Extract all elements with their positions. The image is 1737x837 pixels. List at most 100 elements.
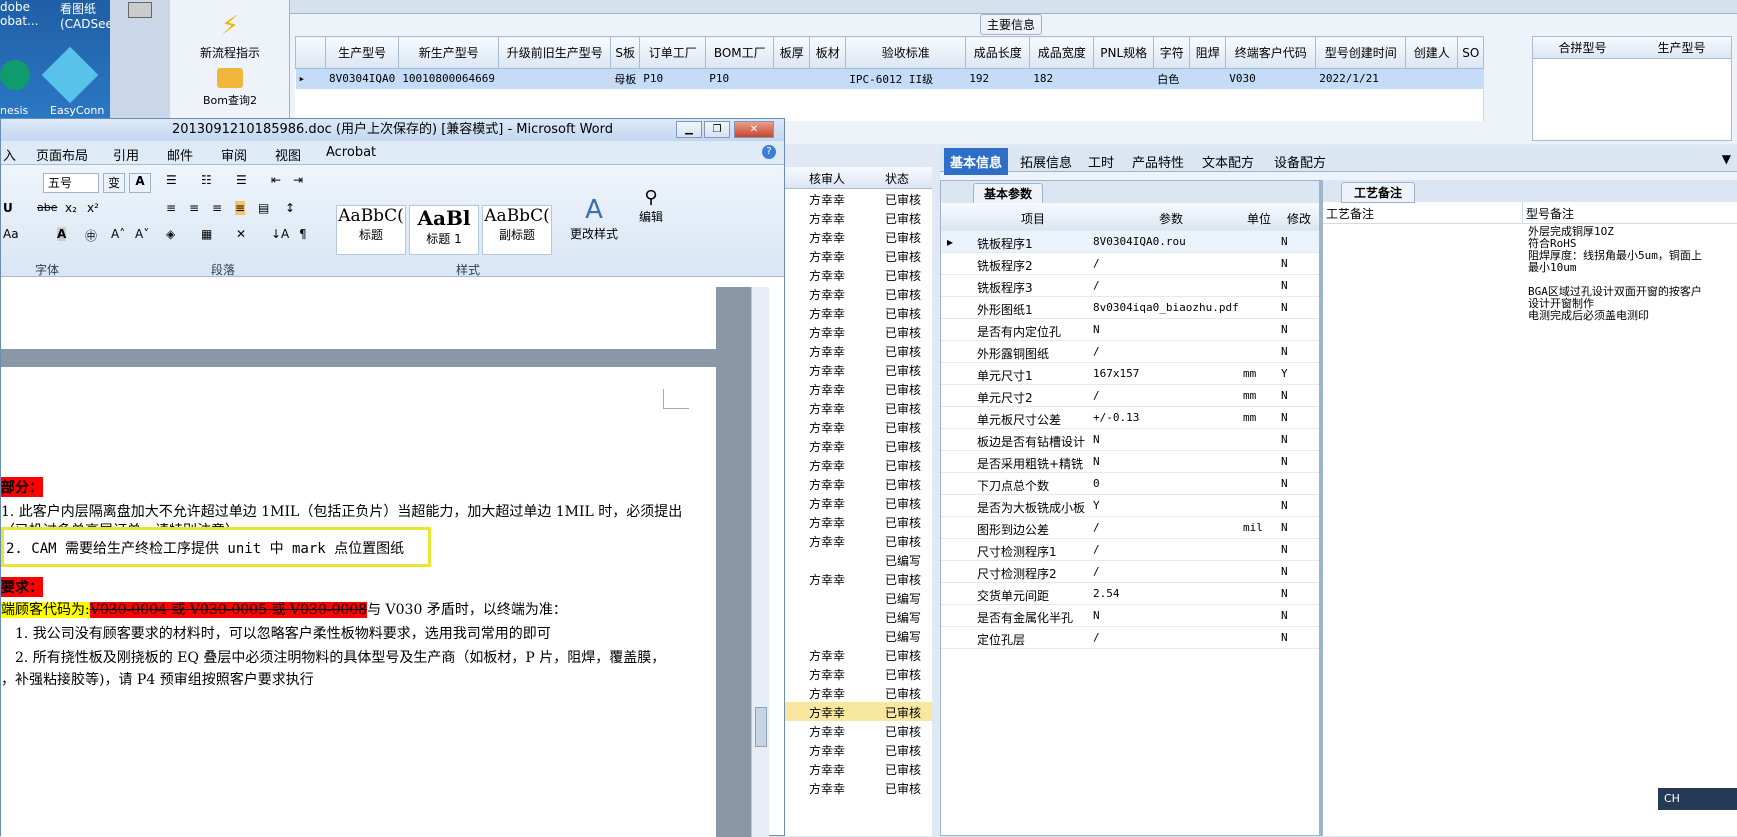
list-item[interactable]: 方幸幸 已审核 [785,721,932,740]
param-cell[interactable]: N [1281,301,1288,314]
param-cell[interactable]: N [1093,323,1100,336]
col-header[interactable]: 项目 [1021,210,1045,227]
col-header[interactable]: 状态 [885,170,909,187]
col-header[interactable]: 终端客户代码 [1225,36,1317,69]
param-cell[interactable]: 8V0304IQA0.rou [1093,235,1186,248]
col-header[interactable]: BOM工厂 [705,36,775,69]
cell[interactable]: 8V0304IQA0 [325,68,400,89]
restore-button[interactable]: ❐ [704,121,730,138]
param-cell[interactable]: N [1281,345,1288,358]
col-header[interactable]: 单位 [1247,210,1271,227]
param-row[interactable]: 外形图纸1 8v0304iqa0_biaozhu.pdf N [941,297,1319,319]
param-row[interactable]: 是否有内定位孔 N N [941,319,1319,341]
line-spacing-icon[interactable]: ↕ [285,201,295,215]
param-cell[interactable]: / [1093,631,1100,644]
cell[interactable]: 10010800064669 [398,68,500,89]
param-cell[interactable]: 尺寸检测程序2 [977,565,1057,582]
param-cell[interactable]: N [1093,609,1100,622]
col-header[interactable]: 板厚 [773,36,811,69]
new-process-button[interactable]: ⚡ 新流程指示 [170,12,290,61]
col-header[interactable]: 型号创建时间 [1315,36,1407,69]
cell[interactable]: P10 [705,68,775,89]
param-row[interactable]: 是否采用粗铣+精铣 N N [941,451,1319,473]
param-cell[interactable]: 板边是否有钻槽设计 [977,433,1085,450]
param-row[interactable]: 图形到边公差 / mil N [941,517,1319,539]
param-cell[interactable]: 铣板程序3 [977,279,1033,296]
list-item[interactable]: 方幸幸 已审核 [785,322,932,341]
list-item[interactable]: 方幸幸 已审核 [785,702,932,721]
scroll-thumb[interactable] [755,707,767,747]
list-item[interactable]: 已编写 [785,626,932,645]
cell[interactable] [1189,68,1227,89]
list-item[interactable]: 方幸幸 已审核 [785,398,932,417]
param-cell[interactable]: N [1093,455,1100,468]
list-item[interactable]: 方幸幸 已审核 [785,189,932,208]
col-header[interactable]: 阻焊 [1189,36,1227,69]
list-item[interactable]: 方幸幸 已审核 [785,759,932,778]
list-item[interactable]: 已编写 [785,588,932,607]
grow-font-icon[interactable]: A˄ [111,227,125,241]
style-subtitle[interactable]: AaBbC( 副标题 [482,205,552,255]
param-cell[interactable]: 单元尺寸2 [977,389,1033,406]
vertical-scrollbar[interactable] [751,287,769,837]
col-header[interactable]: 修改 [1287,210,1311,227]
shading-fill-icon[interactable]: ◈ [166,227,175,241]
col-header[interactable]: 参数 [1159,210,1183,227]
col-header[interactable]: 生产型号 [1632,37,1731,58]
param-row[interactable]: ▸ 铣板程序1 8V0304IQA0.rou N [941,231,1319,253]
list-item[interactable]: 方幸幸 已审核 [785,569,932,588]
phonetic-icon[interactable]: 变 [103,173,125,193]
close-button[interactable]: ✕ [734,121,774,138]
chevron-down-icon[interactable]: ▼ [1722,152,1731,166]
param-row[interactable]: 下刀点总个数 0 N [941,473,1319,495]
param-cell[interactable]: 8v0304iqa0_biaozhu.pdf [1093,301,1239,314]
list-item[interactable]: 方幸幸 已审核 [785,512,932,531]
font-size-select[interactable]: 五号 [43,173,99,193]
numbering-icon[interactable]: ☷ [201,173,212,187]
tab-view[interactable]: 视图 [275,145,301,164]
col-header[interactable]: 创建人 [1405,36,1459,69]
shrink-font-icon[interactable]: A˅ [135,227,149,241]
param-cell[interactable]: 图形到边公差 [977,521,1049,538]
show-marks-icon[interactable]: ¶ [299,227,307,241]
cell[interactable]: 182 [1029,68,1095,89]
list-item[interactable]: 方幸幸 已审核 [785,740,932,759]
list-item[interactable]: 方幸幸 已审核 [785,645,932,664]
list-item[interactable]: 已编写 [785,607,932,626]
superscript-icon[interactable]: x² [87,201,99,215]
param-cell[interactable]: N [1093,433,1100,446]
param-row[interactable]: 尺寸检测程序1 / N [941,539,1319,561]
param-cell[interactable]: 是否采用粗铣+精铣 [977,455,1083,472]
edit-button[interactable]: ⚲ 编辑 [631,187,671,225]
tab-page-layout[interactable]: 页面布局 [36,145,88,164]
param-cell[interactable]: Y [1281,367,1288,380]
param-row[interactable]: 交货单元间距 2.54 N [941,583,1319,605]
notes-tab[interactable]: 工艺备注 [1341,182,1416,203]
styles-scroll[interactable] [554,205,564,255]
param-cell[interactable]: 是否有金属化半孔 [977,609,1073,626]
cell[interactable]: 2022/1/21 [1315,68,1407,89]
tab-extended-info[interactable]: 拓展信息 [1020,152,1072,171]
col-header[interactable]: 成品长度 [965,36,1031,69]
param-cell[interactable]: 交货单元间距 [977,587,1049,604]
col-header[interactable]: 订单工厂 [639,36,707,69]
param-row[interactable]: 板边是否有钻槽设计 N N [941,429,1319,451]
desktop-icon-acrobat[interactable]: dobe obat... [0,0,60,28]
font-color-icon[interactable]: Aa [3,227,19,241]
list-item[interactable]: 方幸幸 已审核 [785,303,932,322]
ime-bar[interactable]: CH [1658,788,1737,810]
param-cell[interactable]: mm [1243,367,1256,380]
param-cell[interactable]: N [1281,543,1288,556]
param-cell[interactable]: N [1281,411,1288,424]
change-styles-button[interactable]: A 更改样式 [569,195,619,242]
param-cell[interactable]: / [1093,257,1100,270]
param-cell[interactable]: N [1281,235,1288,248]
list-item[interactable]: 方幸幸 已审核 [785,360,932,379]
param-row[interactable]: 尺寸检测程序2 / N [941,561,1319,583]
cell[interactable]: 白色 [1153,68,1191,89]
minimize-button[interactable]: ▁ [676,121,702,138]
col-header[interactable]: 验收标准 [845,36,967,69]
col-header[interactable]: S板 [610,36,641,69]
page-current[interactable]: 部分： 1. 此客户内层隔离盘加大不允许超过单边 1MIL（包括正负片）当超能力… [1,367,716,837]
param-cell[interactable]: N [1281,609,1288,622]
